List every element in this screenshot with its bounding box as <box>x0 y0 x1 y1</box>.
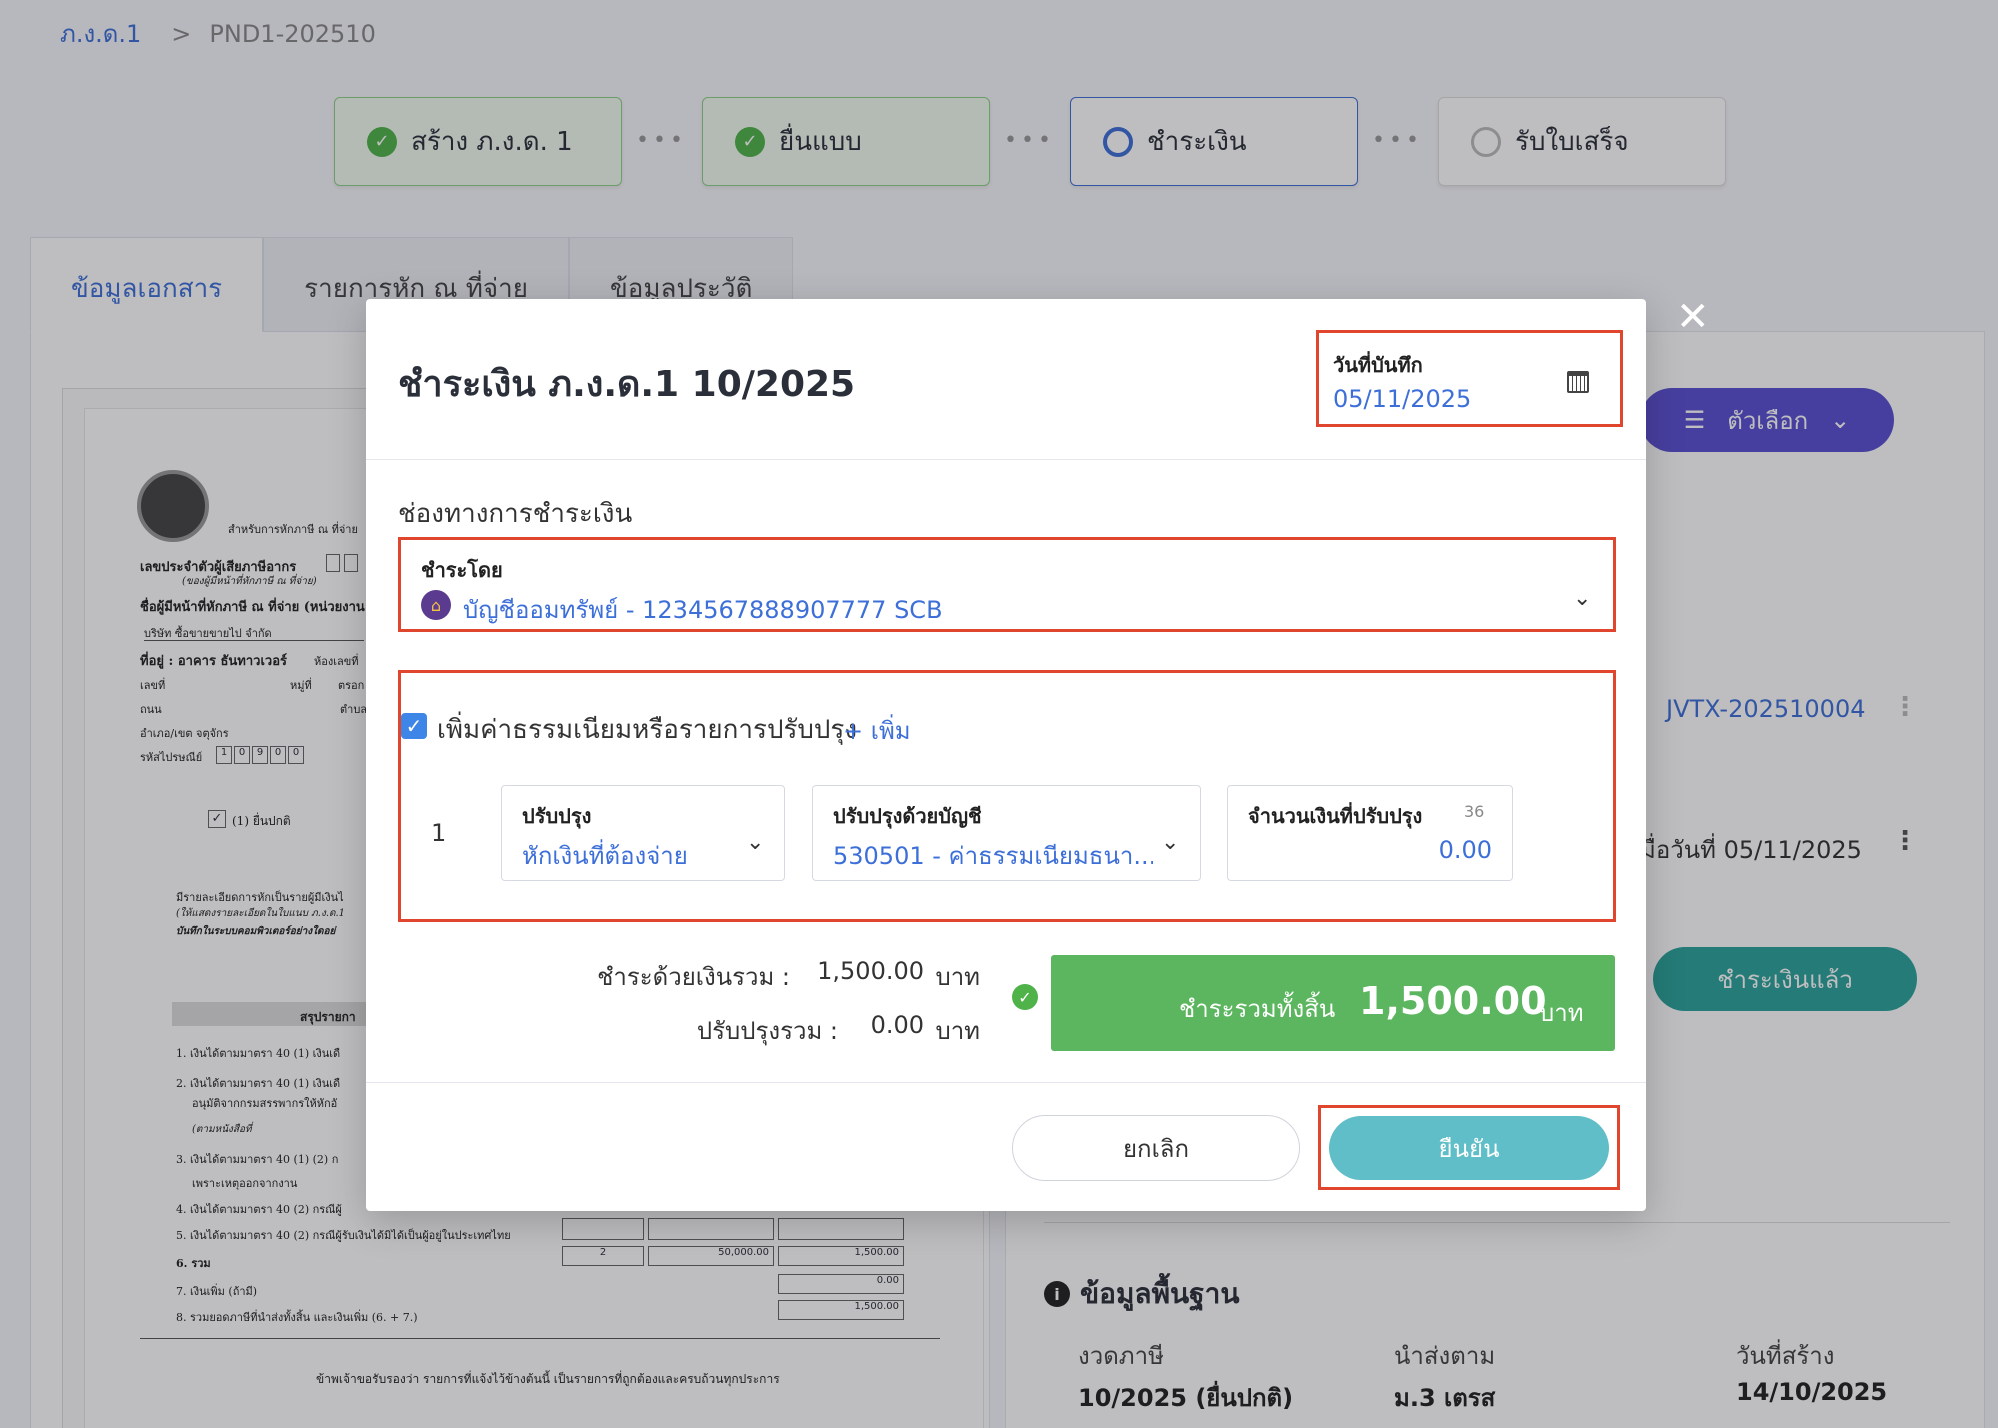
grand-total-currency: บาท <box>1539 999 1584 1027</box>
adjustment-checkbox[interactable]: ✓ <box>401 713 427 739</box>
grand-total-box: ชำระรวมทั้งสิ้น 1,500.00 บาท <box>1051 955 1615 1051</box>
adjust-total-value: 0.00 <box>870 1011 924 1039</box>
modal-title: ชำระเงิน ภ.ง.ด.1 10/2025 <box>398 364 856 405</box>
adjust-account-select[interactable]: ปรับปรุงด้วยบัญชี 530501 - ค่าธรรมเนียมธ… <box>812 785 1201 881</box>
pay-total-value: 1,500.00 <box>817 957 924 985</box>
grand-total-label: ชำระรวมทั้งสิ้น <box>1179 995 1336 1023</box>
modal-footer-divider <box>366 1082 1646 1083</box>
adjust-amount-input[interactable]: จำนวนเงินที่ปรับปรุง 36 0.00 <box>1227 785 1513 881</box>
cancel-button[interactable]: ยกเลิก <box>1012 1115 1300 1181</box>
pay-by-select[interactable]: ชำระโดย ⌂ บัญชีออมทรัพย์ - 1234567888907… <box>398 537 1616 632</box>
close-icon[interactable]: ✕ <box>1676 297 1710 337</box>
pay-by-label: ชำระโดย <box>421 558 503 582</box>
adjust-amount-label: จำนวนเงินที่ปรับปรุง <box>1248 804 1423 828</box>
record-date-field[interactable]: วันที่บันทึก 05/11/2025 <box>1316 330 1623 427</box>
check-circle-icon: ✓ <box>1012 984 1038 1010</box>
confirm-highlight: ยืนยัน <box>1318 1105 1620 1190</box>
record-date-value: 05/11/2025 <box>1333 385 1472 413</box>
confirm-button[interactable]: ยืนยัน <box>1329 1116 1609 1180</box>
pay-total-currency: บาท <box>935 963 980 991</box>
adjust-total-label: ปรับปรุงรวม : <box>696 1017 838 1045</box>
chevron-down-icon: ⌄ <box>1161 830 1180 855</box>
scb-bank-icon: ⌂ <box>421 590 451 620</box>
adjustment-checkbox-label: เพิ่มค่าธรรมเนียมหรือรายการปรับปรุง <box>437 715 858 745</box>
chevron-down-icon: ⌄ <box>746 830 765 855</box>
grand-total-value: 1,500.00 <box>1359 979 1547 1023</box>
chevron-down-icon: ⌄ <box>1573 586 1592 611</box>
record-date-label: วันที่บันทึก <box>1333 353 1423 377</box>
pay-by-value: บัญชีออมทรัพย์ - 1234567888907777 SCB <box>463 596 943 624</box>
payment-channel-label: ช่องทางการชำระเงิน <box>398 499 633 529</box>
adjust-total-currency: บาท <box>935 1017 980 1045</box>
adjustment-section: ✓ เพิ่มค่าธรรมเนียมหรือรายการปรับปรุง + … <box>398 670 1616 922</box>
adjustment-row-number: 1 <box>431 819 447 847</box>
adjust-account-value: 530501 - ค่าธรรมเนียมธนา... <box>833 842 1153 870</box>
adjust-account-label: ปรับปรุงด้วยบัญชี <box>833 804 982 828</box>
add-adjustment-link[interactable]: + เพิ่ม <box>843 711 911 750</box>
pay-total-label: ชำระด้วยเงินรวม : <box>597 963 790 991</box>
adjust-type-select[interactable]: ปรับปรุง หักเงินที่ต้องจ่าย ⌄ <box>501 785 785 881</box>
modal-header-divider <box>366 459 1646 460</box>
adjust-amount-counter: 36 <box>1464 802 1485 821</box>
calendar-icon[interactable] <box>1567 371 1589 393</box>
adjust-type-label: ปรับปรุง <box>522 804 592 828</box>
adjust-amount-value: 0.00 <box>1438 836 1492 864</box>
adjust-type-value: หักเงินที่ต้องจ่าย <box>522 842 688 870</box>
